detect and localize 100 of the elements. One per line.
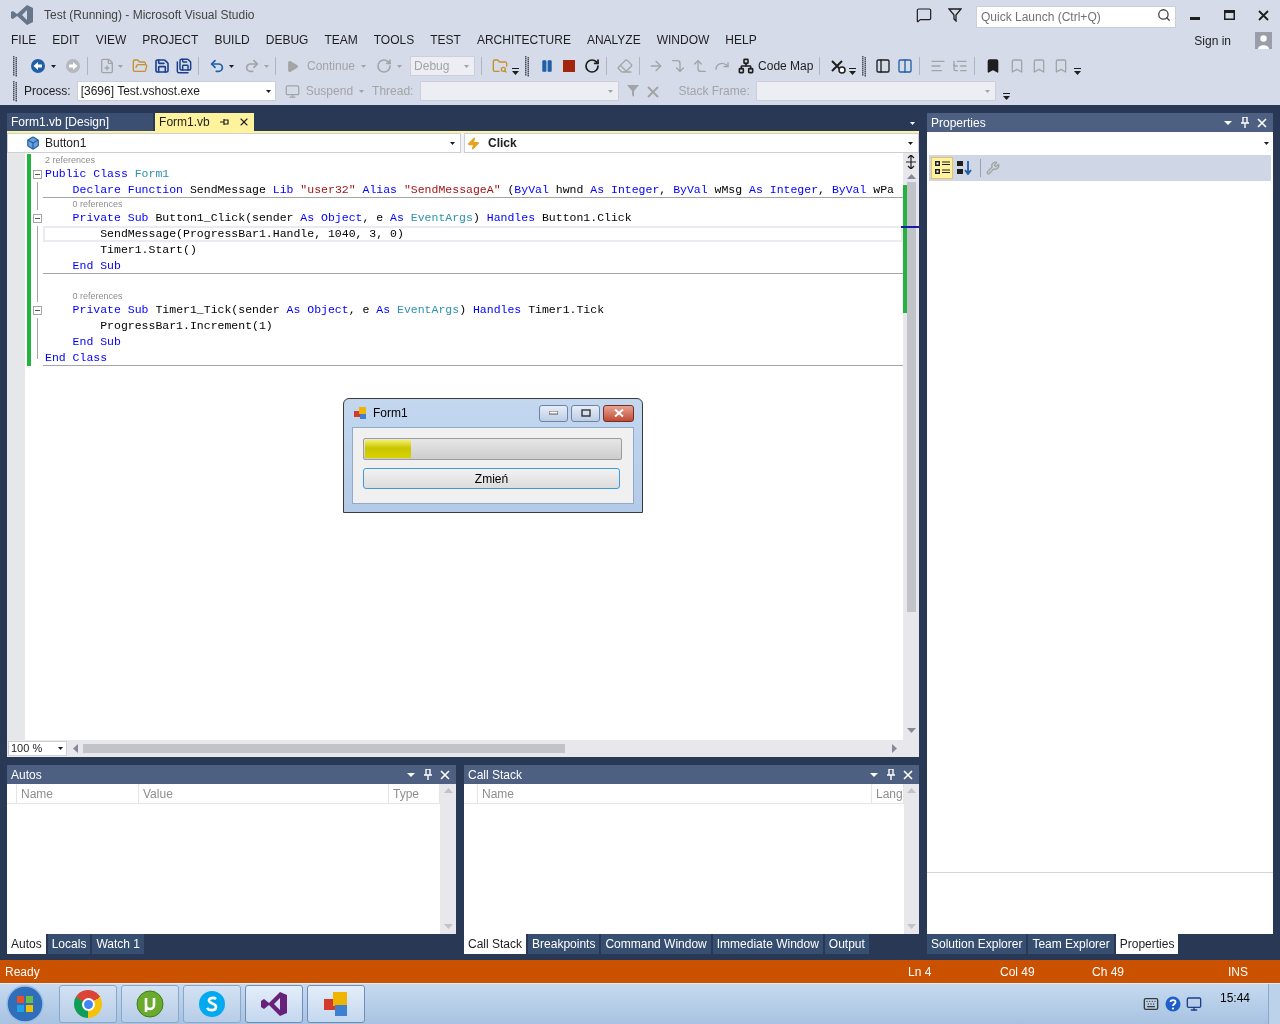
menu-item[interactable]: HELP: [717, 30, 765, 51]
menu-item[interactable]: PROJECT: [134, 30, 207, 51]
panel-tab[interactable]: Immediate Window: [712, 934, 823, 954]
panel-tab[interactable]: Output: [824, 934, 869, 954]
menu-item[interactable]: ARCHITECTURE: [468, 30, 579, 51]
dropdown-arrow-icon[interactable]: [910, 122, 915, 125]
member-dropdown[interactable]: Click: [464, 133, 919, 153]
dropdown-arrow-icon[interactable]: [1224, 120, 1232, 125]
references-link[interactable]: 0 references: [72, 290, 123, 302]
close-button[interactable]: [603, 404, 634, 422]
restore-icon[interactable]: [580, 409, 591, 417]
toolbar-grip[interactable]: [862, 55, 867, 77]
taskbar-button[interactable]: [245, 985, 303, 1023]
dropdown-arrow-icon[interactable]: [407, 772, 415, 777]
menu-item[interactable]: TOOLS: [365, 30, 423, 51]
overflow-icon[interactable]: [849, 67, 857, 75]
back-icon[interactable]: [30, 58, 46, 74]
dropdown-arrow-icon[interactable]: [908, 141, 913, 145]
columns-icon[interactable]: [897, 58, 914, 74]
overflow-icon[interactable]: [512, 67, 520, 75]
help-icon[interactable]: [1165, 996, 1181, 1012]
stop-icon[interactable]: [563, 60, 576, 72]
cube-icon[interactable]: [26, 136, 40, 150]
clock-time[interactable]: 15:44: [1220, 989, 1250, 1024]
sign-in-link[interactable]: Sign in: [1194, 31, 1231, 50]
search-icon[interactable]: [1157, 8, 1171, 22]
menu-item[interactable]: DEBUG: [257, 30, 317, 51]
panel-tab[interactable]: Locals: [47, 934, 91, 954]
dropdown-arrow-icon[interactable]: [450, 141, 455, 145]
close-icon[interactable]: [1257, 9, 1269, 21]
change-button[interactable]: Zmień: [363, 468, 620, 489]
collapse-icon[interactable]: [32, 169, 42, 179]
panel-tab[interactable]: Solution Explorer: [927, 934, 1027, 954]
menu-item[interactable]: TEST: [422, 30, 469, 51]
menu-item[interactable]: WINDOW: [648, 30, 718, 51]
char-number: Ch 49: [1092, 964, 1125, 979]
panel-tab[interactable]: Call Stack: [464, 934, 527, 954]
monitor-icon[interactable]: [1186, 996, 1202, 1012]
overflow-icon[interactable]: [1002, 92, 1010, 100]
save-icon[interactable]: [154, 58, 170, 74]
keyboard-icon[interactable]: [1143, 996, 1159, 1012]
toolbar-grip[interactable]: [13, 55, 17, 77]
taskbar-button[interactable]: [121, 985, 179, 1023]
panel-tab[interactable]: Team Explorer: [1028, 934, 1114, 954]
arrow-left-icon[interactable]: [73, 744, 78, 753]
funnel-icon[interactable]: [948, 8, 962, 22]
scrollbar-thumb[interactable]: [83, 744, 565, 753]
save-all-icon[interactable]: [176, 58, 192, 74]
dropdown-arrow-icon[interactable]: [1264, 142, 1269, 145]
maximize-icon[interactable]: [1223, 10, 1235, 20]
menu-item[interactable]: FILE: [3, 30, 45, 51]
panel-tab[interactable]: Command Window: [601, 934, 711, 954]
dropdown-arrow-icon[interactable]: [229, 64, 234, 68]
dropdown-arrow-icon[interactable]: [870, 772, 878, 777]
document-tab[interactable]: Form1.vb: [155, 113, 254, 131]
collapse-icon[interactable]: [32, 305, 42, 315]
pause-icon[interactable]: [540, 59, 555, 73]
references-link[interactable]: 2 references: [45, 154, 96, 166]
menu-item[interactable]: ANALYZE: [578, 30, 649, 51]
panel-tab[interactable]: Watch 1: [92, 934, 144, 954]
code-map-button[interactable]: Code Map: [738, 57, 814, 75]
menu-item[interactable]: EDIT: [44, 30, 88, 51]
dropdown-arrow-icon[interactable]: [58, 747, 63, 750]
overflow-icon[interactable]: [1074, 67, 1082, 75]
process-dropdown[interactable]: [3696] Test.vshost.exe: [76, 81, 276, 101]
hierarchy-icon[interactable]: [738, 58, 755, 74]
undo-icon[interactable]: [209, 58, 225, 74]
arrow-down-icon[interactable]: [906, 728, 916, 733]
collapse-icon[interactable]: [32, 213, 42, 223]
quick-launch-field[interactable]: Quick Launch (Ctrl+Q): [976, 6, 1176, 28]
cross-circle-icon[interactable]: [830, 58, 847, 74]
panel-tab[interactable]: Breakpoints: [528, 934, 600, 954]
arrow-up-icon[interactable]: [906, 174, 916, 179]
menu-item[interactable]: BUILD: [206, 30, 258, 51]
avatar-icon[interactable]: [1255, 32, 1272, 49]
dropdown-arrow-icon[interactable]: [51, 64, 56, 68]
panel-icon[interactable]: [875, 58, 892, 74]
type-dropdown[interactable]: Button1: [7, 133, 461, 153]
taskbar-button[interactable]: [59, 985, 117, 1023]
toolbar-grip[interactable]: [525, 55, 530, 77]
minimize-button[interactable]: [539, 404, 568, 422]
arrow-right-icon[interactable]: [892, 744, 897, 753]
vertical-scrollbar[interactable]: [903, 153, 919, 740]
split-handle-icon[interactable]: [905, 155, 917, 169]
scrollbar-thumb[interactable]: [906, 182, 916, 612]
panel-tab[interactable]: Autos: [7, 934, 46, 954]
references-link[interactable]: 0 references: [72, 198, 123, 210]
panel-tab[interactable]: Properties: [1115, 934, 1179, 954]
restore-button[interactable]: [571, 404, 600, 422]
taskbar-button[interactable]: [307, 985, 365, 1023]
dropdown-arrow-icon[interactable]: [265, 89, 271, 93]
zoom-dropdown[interactable]: 100 %: [8, 741, 67, 756]
menu-item[interactable]: VIEW: [87, 30, 135, 51]
speech-bubble-icon[interactable]: [916, 7, 932, 23]
start-button[interactable]: [6, 985, 44, 1023]
pin-icon[interactable]: [218, 117, 229, 127]
menu-item[interactable]: TEAM: [316, 30, 366, 51]
document-tab[interactable]: Form1.vb [Design]: [7, 113, 154, 131]
restart-icon[interactable]: [584, 58, 601, 74]
toolbar-grip[interactable]: [13, 80, 17, 102]
